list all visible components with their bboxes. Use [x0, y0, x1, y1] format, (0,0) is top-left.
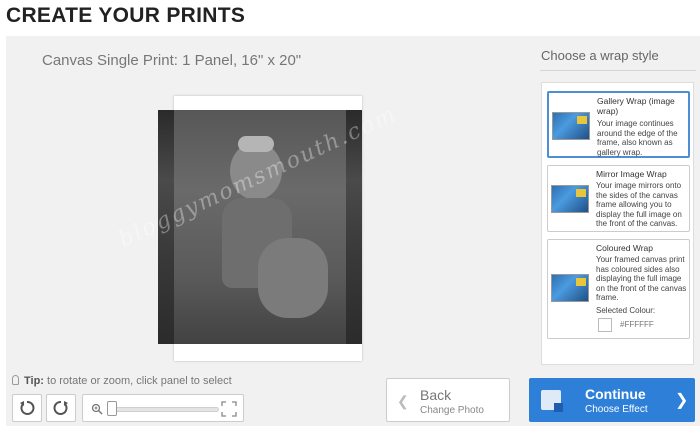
wrap-style-heading: Choose a wrap style — [541, 48, 659, 63]
wrap-option-description: Your image mirrors onto the sides of the… — [596, 181, 682, 228]
selected-colour-label: Selected Colour: — [596, 306, 656, 315]
product-title: Canvas Single Print: 1 Panel, 16" x 20" — [42, 52, 302, 69]
colour-swatch[interactable] — [598, 318, 612, 332]
divider — [540, 70, 696, 71]
coloured-wrap-thumbnail-icon — [551, 274, 589, 302]
wrap-option-description: Your framed canvas print has coloured si… — [596, 255, 687, 302]
zoom-control — [82, 394, 244, 422]
back-label: Back — [420, 387, 452, 403]
tip-label: Tip: — [24, 375, 44, 387]
wrap-option-title: Coloured Wrap — [596, 243, 654, 253]
fullscreen-icon[interactable] — [221, 401, 237, 417]
zoom-slider[interactable] — [111, 407, 219, 412]
wrap-option-title: Gallery Wrap (image wrap) — [597, 96, 675, 116]
rotate-right-icon — [53, 401, 68, 415]
wrap-option-description: Your image continues around the edge of … — [597, 119, 678, 157]
chevron-left-icon: ❮ — [397, 393, 409, 409]
rotate-right-button[interactable] — [46, 394, 76, 422]
continue-label: Continue — [585, 386, 646, 402]
zoom-slider-handle[interactable] — [107, 401, 117, 416]
page-title: CREATE YOUR PRINTS — [6, 4, 246, 27]
rotate-left-button[interactable] — [12, 394, 42, 422]
chevron-right-icon: ❯ — [675, 392, 689, 409]
wrap-option-coloured[interactable]: Coloured Wrap Your framed canvas print h… — [547, 239, 690, 339]
wrap-option-gallery[interactable]: Gallery Wrap (image wrap) Your image con… — [547, 91, 690, 158]
wrap-style-list: Gallery Wrap (image wrap) Your image con… — [541, 82, 694, 365]
mirror-wrap-thumbnail-icon — [551, 185, 589, 213]
tip-text: Tip: to rotate or zoom, click panel to s… — [12, 375, 232, 387]
wrap-option-mirror[interactable]: Mirror Image Wrap Your image mirrors ont… — [547, 165, 690, 232]
continue-icon — [541, 390, 563, 412]
lightbulb-icon — [12, 375, 19, 385]
continue-button[interactable]: Continue Choose Effect ❯ — [529, 378, 695, 422]
tip-message: to rotate or zoom, click panel to select — [47, 375, 232, 387]
gallery-wrap-thumbnail-icon — [552, 112, 590, 140]
back-button[interactable]: ❮ Back Change Photo — [386, 378, 510, 422]
colour-hex-value: #FFFFFF — [620, 320, 654, 329]
wrap-option-title: Mirror Image Wrap — [596, 169, 667, 179]
zoom-in-icon — [91, 403, 103, 415]
back-sublabel: Change Photo — [420, 405, 484, 416]
rotate-left-icon — [20, 401, 35, 415]
continue-sublabel: Choose Effect — [585, 404, 648, 415]
